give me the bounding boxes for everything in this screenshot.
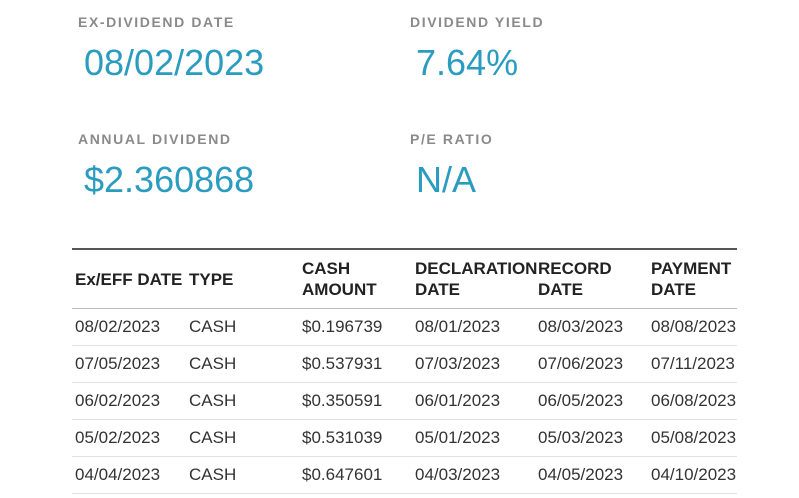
header-declaration-date[interactable]: DECLARATION DATE [412, 250, 537, 309]
table-row: 05/02/2023 CASH $0.531039 05/01/2023 05/… [72, 419, 737, 457]
pe-ratio-value: N/A [416, 159, 477, 200]
cell-declaration: 08/01/2023 [412, 308, 535, 346]
cell-declaration: 07/03/2023 [412, 345, 535, 383]
cell-declaration: 06/01/2023 [412, 382, 535, 420]
cell-payment: 07/11/2023 [648, 345, 737, 383]
table-row: 04/04/2023 CASH $0.647601 04/03/2023 04/… [72, 456, 737, 494]
header-cash-amount[interactable]: CASH AMOUNT [299, 250, 412, 309]
dividend-history-table-container[interactable]: Ex/EFF DATE TYPE CASH AMOUNT DECLARATION D… [72, 248, 737, 498]
annual-dividend-label: ANNUAL DIVIDEND [78, 131, 232, 147]
annual-dividend-value: $2.360868 [84, 159, 255, 200]
pe-ratio-stat: P/E RATIO N/A [410, 131, 493, 201]
cell-record: 06/05/2023 [535, 382, 648, 420]
cell-payment: 08/08/2023 [648, 308, 737, 346]
cell-ex-date: 06/02/2023 [72, 382, 186, 420]
dividend-history-table: Ex/EFF DATE TYPE CASH AMOUNT DECLARATION D… [72, 250, 737, 494]
cell-amount: $0.537931 [299, 345, 412, 383]
cell-ex-date: 08/02/2023 [72, 308, 186, 346]
cell-type: CASH [186, 345, 299, 383]
cell-ex-date: 07/05/2023 [72, 345, 186, 383]
cell-payment: 05/08/2023 [648, 419, 737, 457]
ex-dividend-date-label: EX-DIVIDEND DATE [78, 14, 235, 30]
header-type[interactable]: TYPE [186, 250, 299, 309]
cell-payment: 04/10/2023 [648, 456, 737, 494]
cell-record: 07/06/2023 [535, 345, 648, 383]
cell-amount: $0.647601 [299, 456, 412, 494]
cell-amount: $0.531039 [299, 419, 412, 457]
cell-amount: $0.350591 [299, 382, 412, 420]
cell-amount: $0.196739 [299, 308, 412, 346]
ex-dividend-date-value: 08/02/2023 [84, 42, 265, 83]
table-header-row: Ex/EFF DATE TYPE CASH AMOUNT DECLARATION D… [72, 250, 737, 309]
ex-dividend-date-stat: EX-DIVIDEND DATE 08/02/2023 [78, 14, 264, 84]
cell-type: CASH [186, 308, 299, 346]
cell-declaration: 05/01/2023 [412, 419, 535, 457]
cell-record: 04/05/2023 [535, 456, 648, 494]
annual-dividend-stat: ANNUAL DIVIDEND $2.360868 [78, 131, 254, 201]
cell-ex-date: 04/04/2023 [72, 456, 186, 494]
cell-record: 05/03/2023 [535, 419, 648, 457]
header-ex-eff-date[interactable]: Ex/EFF DATE [72, 250, 186, 309]
cell-type: CASH [186, 382, 299, 420]
dividend-yield-value: 7.64% [416, 42, 519, 83]
cell-type: CASH [186, 419, 299, 457]
cell-payment: 06/08/2023 [648, 382, 737, 420]
header-record-date[interactable]: RECORD DATE [535, 250, 648, 309]
cell-record: 08/03/2023 [535, 308, 648, 346]
cell-ex-date: 05/02/2023 [72, 419, 186, 457]
cell-declaration: 04/03/2023 [412, 456, 535, 494]
dividend-yield-stat: DIVIDEND YIELD 7.64% [410, 14, 544, 84]
pe-ratio-label: P/E RATIO [410, 131, 494, 147]
header-payment-date[interactable]: PAYMENT DATE [648, 250, 737, 309]
table-row: 07/05/2023 CASH $0.537931 07/03/2023 07/… [72, 345, 737, 383]
table-row: 06/02/2023 CASH $0.350591 06/01/2023 06/… [72, 382, 737, 420]
table-row: 08/02/2023 CASH $0.196739 08/01/2023 08/… [72, 308, 737, 346]
cell-type: CASH [186, 456, 299, 494]
dividend-yield-label: DIVIDEND YIELD [410, 14, 545, 30]
